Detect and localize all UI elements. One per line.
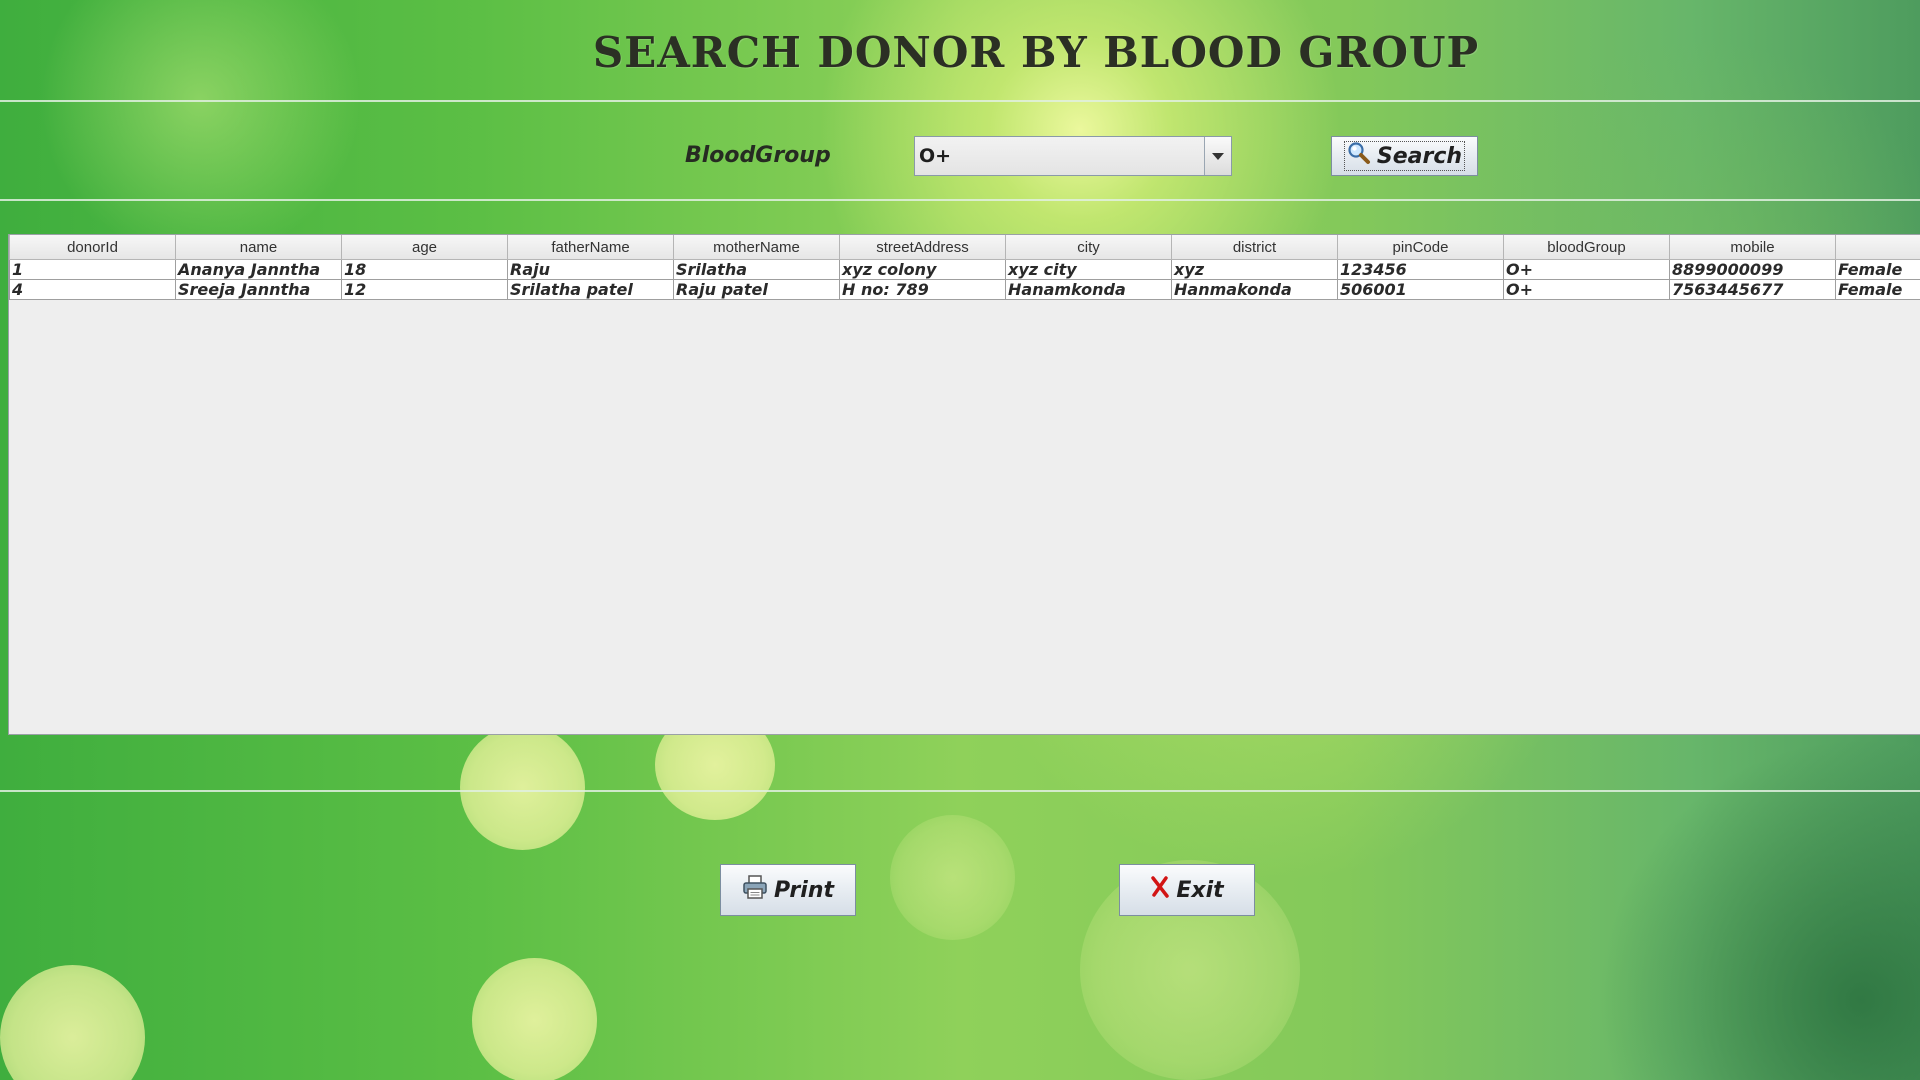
search-button-label: Search: [1376, 143, 1463, 169]
bokeh-decoration: [460, 725, 585, 850]
chevron-down-icon: [1212, 153, 1224, 160]
table-cell[interactable]: O+: [1503, 279, 1670, 300]
donor-search-window: SEARCH DONOR BY BLOOD GROUP BloodGroup O…: [0, 0, 1920, 1080]
table-cell[interactable]: xyz: [1171, 259, 1338, 280]
bokeh-decoration: [890, 815, 1015, 940]
column-header[interactable]: mobile: [1669, 235, 1836, 260]
table-cell[interactable]: xyz city: [1005, 259, 1172, 280]
column-header[interactable]: city: [1005, 235, 1172, 260]
table-cell[interactable]: 18: [341, 259, 508, 280]
table-cell[interactable]: 8899000099: [1669, 259, 1836, 280]
column-header[interactable]: gender: [1835, 235, 1920, 260]
table-cell[interactable]: Ananya Janntha: [175, 259, 342, 280]
printer-icon: [742, 874, 768, 906]
bloodgroup-label: BloodGroup: [685, 143, 831, 168]
column-header[interactable]: pinCode: [1337, 235, 1504, 260]
page-title: SEARCH DONOR BY BLOOD GROUP: [592, 28, 1480, 77]
column-header[interactable]: streetAddress: [839, 235, 1006, 260]
search-button[interactable]: Search: [1331, 136, 1478, 176]
column-header[interactable]: fatherName: [507, 235, 674, 260]
exit-button-label: Exit: [1176, 877, 1224, 903]
table-cell[interactable]: Hanamkonda: [1005, 279, 1172, 300]
table-cell[interactable]: Sreeja Janntha: [175, 279, 342, 300]
exit-button[interactable]: Exit: [1119, 864, 1255, 916]
column-header[interactable]: motherName: [673, 235, 840, 260]
divider-line: [0, 790, 1920, 792]
table-cell[interactable]: Raju: [507, 259, 674, 280]
column-header[interactable]: age: [341, 235, 508, 260]
table-cell[interactable]: Srilatha: [673, 259, 840, 280]
table-cell[interactable]: H no: 789: [839, 279, 1006, 300]
table-cell[interactable]: 506001: [1337, 279, 1504, 300]
column-header[interactable]: donorId: [9, 235, 176, 260]
bloodgroup-selected-value: O+: [919, 145, 952, 167]
donor-table: donorId name age fatherName motherName s…: [9, 235, 1920, 300]
table-cell[interactable]: 12: [341, 279, 508, 300]
donor-table-scrollpane[interactable]: donorId name age fatherName motherName s…: [8, 234, 1920, 735]
table-cell[interactable]: 4: [9, 279, 176, 300]
divider-line: [0, 199, 1920, 201]
divider-line: [0, 100, 1920, 102]
table-cell[interactable]: xyz colony: [839, 259, 1006, 280]
print-button-label: Print: [773, 877, 835, 903]
table-cell[interactable]: Female: [1835, 259, 1920, 280]
search-button-focus-ring: Search: [1343, 141, 1466, 171]
search-icon: [1347, 141, 1371, 171]
column-header[interactable]: name: [175, 235, 342, 260]
table-cell[interactable]: 7563445677: [1669, 279, 1836, 300]
bokeh-decoration: [472, 958, 597, 1080]
print-button[interactable]: Print: [720, 864, 856, 916]
table-cell[interactable]: Srilatha patel: [507, 279, 674, 300]
table-cell[interactable]: 1: [9, 259, 176, 280]
column-header[interactable]: bloodGroup: [1503, 235, 1670, 260]
table-row[interactable]: 1 Ananya Janntha 18 Raju Srilatha xyz co…: [9, 259, 1920, 280]
table-row[interactable]: 4 Sreeja Janntha 12 Srilatha patel Raju …: [9, 279, 1920, 300]
dropdown-arrow-button[interactable]: [1204, 137, 1231, 175]
table-cell[interactable]: O+: [1503, 259, 1670, 280]
column-header[interactable]: district: [1171, 235, 1338, 260]
table-header-row: donorId name age fatherName motherName s…: [9, 235, 1920, 260]
table-cell[interactable]: Female: [1835, 279, 1920, 300]
table-cell[interactable]: 123456: [1337, 259, 1504, 280]
close-icon: [1150, 876, 1170, 904]
bloodgroup-select[interactable]: O+: [914, 136, 1232, 176]
bokeh-decoration: [0, 965, 145, 1080]
table-cell[interactable]: Raju patel: [673, 279, 840, 300]
table-cell[interactable]: Hanmakonda: [1171, 279, 1338, 300]
